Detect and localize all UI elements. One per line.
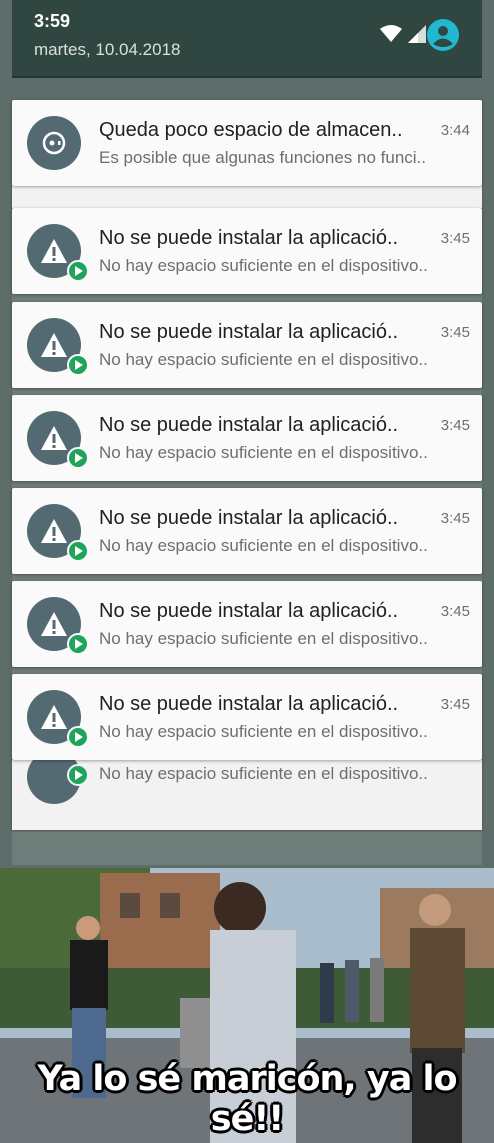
play-store-badge-icon [67, 540, 89, 562]
notification-text: No hay espacio suficiente en el disposit… [99, 722, 428, 741]
quick-settings-header[interactable]: 3:59 martes, 10.04.2018 [12, 0, 482, 78]
notification-text: No hay espacio suficiente en el disposit… [99, 629, 428, 648]
notification-card[interactable]: No se puede instalar la aplicació.. 3:45 N… [12, 674, 482, 760]
notification-text: No hay espacio suficiente en el disposit… [99, 443, 428, 462]
signal-icon [408, 25, 426, 43]
notification-title: No se puede instalar la aplicació.. [99, 227, 399, 249]
play-store-badge-icon [67, 726, 89, 748]
notification-time: 3:44 [440, 122, 470, 139]
notification-text: No hay espacio suficiente en el disposit… [99, 350, 428, 369]
notification-card[interactable]: No se puede instalar la aplicació.. 3:45 N… [12, 302, 482, 388]
notification-card[interactable]: No se puede instalar la aplicació.. 3:45 N… [12, 581, 482, 667]
notification-time: 3:45 [440, 510, 470, 527]
stacked-notification-text: No hay espacio suficiente en el disposit… [99, 764, 428, 783]
stacked-notification-peek[interactable] [12, 186, 482, 208]
play-store-badge-icon [67, 764, 89, 786]
status-date: martes, 10.04.2018 [34, 40, 181, 59]
notification-card[interactable]: Queda poco espacio de almacen.. 3:44 Es po… [12, 100, 482, 186]
notification-time: 3:45 [440, 324, 470, 341]
notification-title: No se puede instalar la aplicació.. [99, 693, 399, 715]
notification-time: 3:45 [440, 230, 470, 247]
meme-photo: Ya lo sé maricón, ya lo sé!! [0, 868, 494, 1143]
notification-title: Queda poco espacio de almacen.. [99, 119, 403, 141]
notification-time: 3:45 [440, 696, 470, 713]
wifi-icon [380, 25, 402, 43]
notification-card[interactable]: No se puede instalar la aplicació.. 3:45 N… [12, 488, 482, 574]
play-store-badge-icon [67, 260, 89, 282]
meme-caption: Ya lo sé maricón, ya lo sé!! [37, 1059, 457, 1139]
play-store-badge-icon [67, 633, 89, 655]
status-time: 3:59 [34, 11, 71, 31]
play-store-badge-icon [67, 447, 89, 469]
notification-title: No se puede instalar la aplicació.. [99, 414, 399, 436]
storage-icon [27, 116, 81, 170]
notification-title: No se puede instalar la aplicació.. [99, 507, 399, 529]
notification-time: 3:45 [440, 603, 470, 620]
play-store-badge-icon [67, 354, 89, 376]
notification-text: No hay espacio suficiente en el disposit… [99, 536, 428, 555]
notification-title: No se puede instalar la aplicació.. [99, 321, 399, 343]
notification-text: Es posible que algunas funciones no func… [99, 148, 427, 167]
notification-title: No se puede instalar la aplicació.. [99, 600, 399, 622]
notification-card[interactable]: No se puede instalar la aplicació.. 3:45 N… [12, 208, 482, 294]
notification-text: No hay espacio suficiente en el disposit… [99, 256, 428, 275]
account-icon[interactable] [427, 19, 459, 51]
stacked-notification-peek[interactable]: No hay espacio suficiente en el disposit… [12, 760, 482, 830]
notification-card[interactable]: No se puede instalar la aplicació.. 3:45 N… [12, 395, 482, 481]
notification-time: 3:45 [440, 417, 470, 434]
